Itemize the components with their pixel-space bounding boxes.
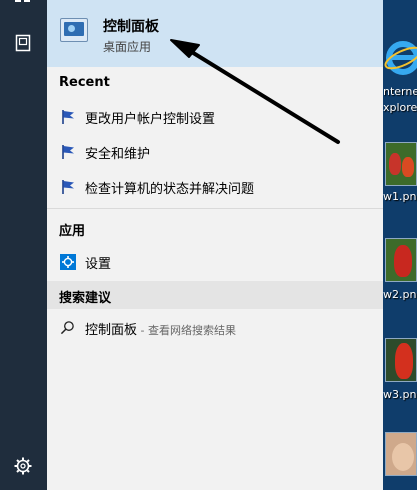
app-item-settings[interactable]: 设置 (47, 245, 383, 278)
divider (47, 208, 383, 209)
hamburger-menu-icon[interactable] (12, 0, 34, 14)
search-icon (60, 321, 74, 335)
recent-item-security-maintenance[interactable]: 安全和维护 (47, 135, 383, 168)
image-thumbnail[interactable] (385, 432, 417, 476)
image-thumbnail[interactable] (385, 238, 417, 282)
recent-header: Recent (59, 75, 110, 90)
document-icon[interactable] (12, 32, 34, 54)
image-thumbnail[interactable] (385, 142, 417, 186)
search-suggestions-header: 搜索建议 (47, 281, 383, 309)
recent-item-label: 更改用户帐户控制设置 (85, 112, 216, 127)
image-thumbnail[interactable] (385, 338, 417, 382)
recent-item-uac-settings[interactable]: 更改用户帐户控制设置 (47, 100, 383, 133)
best-match-control-panel[interactable]: 控制面板 桌面应用 (47, 0, 383, 67)
flag-icon (62, 145, 74, 159)
recent-item-check-status[interactable]: 检查计算机的状态并解决问题 (47, 170, 383, 203)
settings-gear-icon[interactable] (12, 455, 34, 477)
best-match-subtitle: 桌面应用 (103, 40, 152, 54)
desktop-icon-label: w1.pn (383, 190, 417, 203)
internet-explorer-icon[interactable] (383, 36, 417, 80)
settings-app-icon (60, 254, 76, 270)
best-match-title: 控制面板 (103, 19, 159, 35)
recent-item-label: 检查计算机的状态并解决问题 (85, 182, 255, 197)
flag-icon (62, 180, 74, 194)
desktop-icon-label: w3.pn (383, 388, 417, 401)
desktop-icon-label: w2.pn (383, 288, 417, 301)
desktop-icon-label: nterne (383, 85, 417, 98)
search-suggestions-title: 搜索建议 (59, 291, 112, 306)
recent-item-label: 安全和维护 (85, 147, 151, 162)
desktop-background: nterne xplore w1.pn w2.pn w3.pn (383, 0, 417, 490)
desktop-icon-label: xplore (383, 101, 417, 114)
start-left-rail (0, 0, 47, 490)
suggestion-query: 控制面板 (85, 323, 138, 338)
app-item-label: 设置 (85, 257, 112, 272)
flag-icon (62, 110, 74, 124)
web-search-suggestion[interactable]: 控制面板 - 查看网络搜索结果 (47, 313, 383, 343)
search-results-panel: 控制面板 桌面应用 Recent 更改用户帐户控制设置 安全和维护 检查计算机的… (47, 0, 383, 490)
apps-header: 应用 (59, 224, 86, 239)
suggestion-hint: - 查看网络搜索结果 (137, 324, 236, 337)
control-panel-icon (60, 18, 88, 42)
